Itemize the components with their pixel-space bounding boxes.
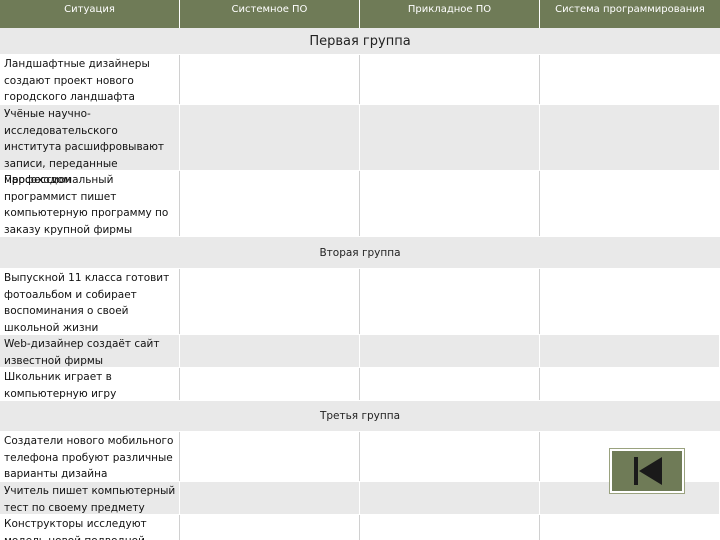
application-software-cell[interactable] bbox=[360, 432, 540, 481]
header-situation: Ситуация bbox=[0, 0, 180, 28]
system-software-cell[interactable] bbox=[180, 171, 360, 236]
table-row: Выпускной 11 класса готовит фотоальбом и… bbox=[0, 269, 720, 335]
system-software-cell[interactable] bbox=[180, 368, 360, 400]
programming-system-cell[interactable] bbox=[540, 515, 720, 540]
table-header: Ситуация Системное ПО Прикладное ПО Сист… bbox=[0, 0, 720, 28]
skip-back-icon bbox=[634, 457, 662, 485]
application-software-cell[interactable] bbox=[360, 482, 540, 514]
table-row: Ландшафтные дизайнеры создают проект нов… bbox=[0, 55, 720, 105]
group-title: Третья группа bbox=[319, 410, 401, 422]
group-row: Первая группа bbox=[0, 28, 720, 55]
table-row: Учёные научно-исследовательского институ… bbox=[0, 105, 720, 186]
header-programming-system: Система программирования bbox=[555, 4, 705, 15]
header-system-software: Системное ПО bbox=[180, 0, 360, 28]
situation-cell: Ландшафтные дизайнеры создают проект нов… bbox=[0, 55, 180, 104]
group-title: Первая группа bbox=[309, 33, 411, 49]
situation-cell: Создатели нового мобильного телефона про… bbox=[0, 432, 180, 481]
programming-system-cell[interactable] bbox=[540, 55, 720, 104]
programming-system-cell[interactable] bbox=[540, 368, 720, 400]
situation-cell: Учитель пишет компьютерный тест по своем… bbox=[0, 482, 180, 514]
system-software-cell[interactable] bbox=[180, 432, 360, 481]
back-to-start-button[interactable] bbox=[610, 449, 684, 493]
system-software-cell[interactable] bbox=[180, 55, 360, 104]
table-row: Web-дизайнер создаёт сайт известной фирм… bbox=[0, 335, 720, 368]
system-software-cell[interactable] bbox=[180, 105, 360, 170]
application-software-cell[interactable] bbox=[360, 171, 540, 236]
application-software-cell[interactable] bbox=[360, 269, 540, 334]
system-software-cell[interactable] bbox=[180, 482, 360, 514]
table-row: Конструкторы исследуют модель новой подв… bbox=[0, 515, 720, 540]
situation-cell: Web-дизайнер создаёт сайт известной фирм… bbox=[0, 335, 180, 367]
situation-cell: Профессиональный программист пишет компь… bbox=[0, 171, 180, 236]
table-row: Школьник играет в компьютерную игру bbox=[0, 368, 720, 401]
application-software-cell[interactable] bbox=[360, 368, 540, 400]
application-software-cell[interactable] bbox=[360, 515, 540, 540]
group-row: Третья группа bbox=[0, 401, 720, 432]
programming-system-cell[interactable] bbox=[540, 105, 720, 170]
programming-system-cell[interactable] bbox=[540, 171, 720, 236]
situation-cell: Школьник играет в компьютерную игру bbox=[0, 368, 180, 400]
system-software-cell[interactable] bbox=[180, 335, 360, 367]
header-application-software: Прикладное ПО bbox=[360, 0, 540, 28]
table-row: Профессиональный программист пишет компь… bbox=[0, 171, 720, 237]
application-software-cell[interactable] bbox=[360, 55, 540, 104]
group-title: Вторая группа bbox=[319, 246, 401, 259]
situation-cell: Конструкторы исследуют модель новой подв… bbox=[0, 515, 180, 540]
situation-cell: Выпускной 11 класса готовит фотоальбом и… bbox=[0, 269, 180, 334]
system-software-cell[interactable] bbox=[180, 515, 360, 540]
system-software-cell[interactable] bbox=[180, 269, 360, 334]
group-row: Вторая группа bbox=[0, 237, 720, 269]
application-software-cell[interactable] bbox=[360, 105, 540, 170]
programming-system-cell[interactable] bbox=[540, 269, 720, 334]
application-software-cell[interactable] bbox=[360, 335, 540, 367]
programming-system-cell[interactable] bbox=[540, 335, 720, 367]
slide: Ситуация Системное ПО Прикладное ПО Сист… bbox=[0, 0, 720, 540]
situation-cell: Учёные научно-исследовательского институ… bbox=[0, 105, 180, 186]
